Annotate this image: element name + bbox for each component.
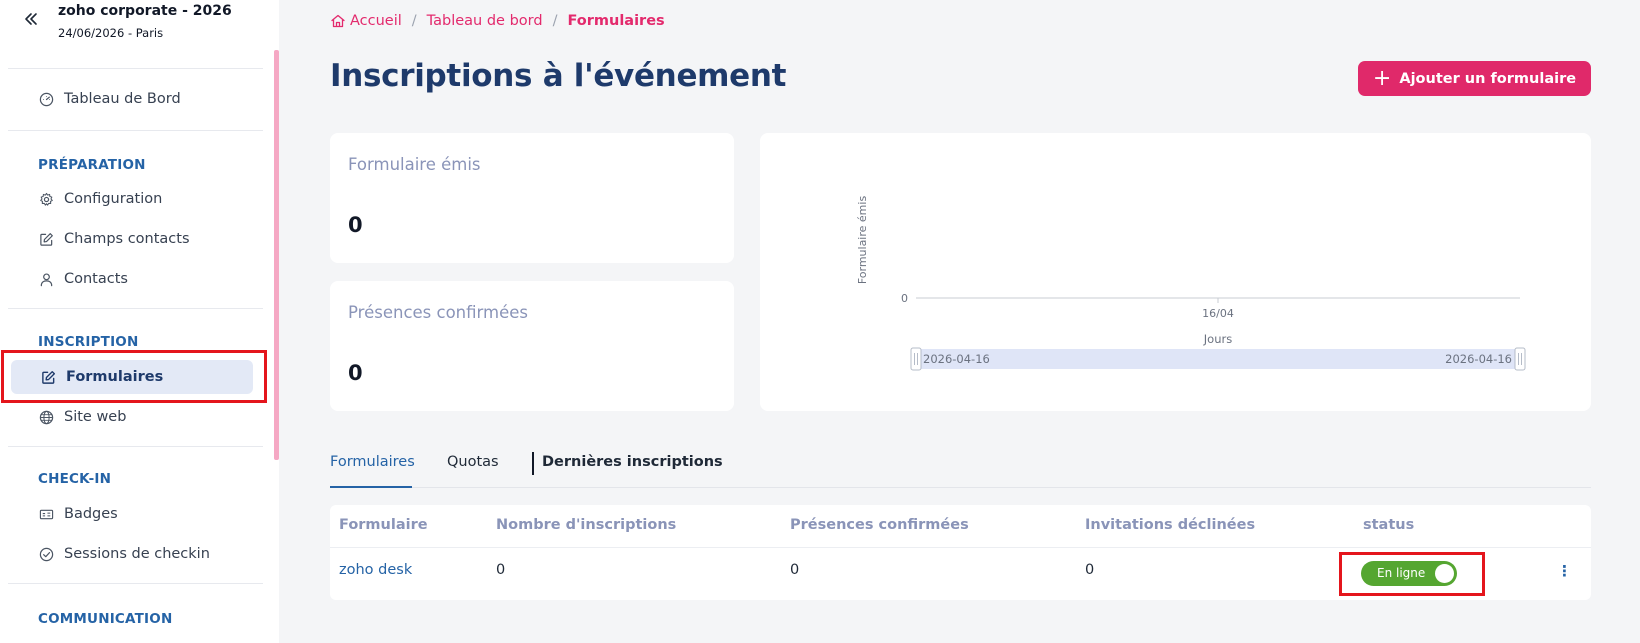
tab-dernieres-inscriptions[interactable]: Dernières inscriptions	[542, 452, 723, 488]
add-form-button[interactable]: + Ajouter un formulaire	[1358, 61, 1591, 96]
sidebar-item-label: Configuration	[64, 191, 163, 207]
column-header-formulaire[interactable]: Formulaire	[339, 517, 428, 533]
event-header: zoho corporate - 2026 24/06/2026 - Paris	[0, 0, 270, 66]
cell-invitations: 0	[1085, 562, 1095, 578]
sidebar-item-champs-contacts[interactable]: Champs contacts	[38, 227, 190, 251]
line-chart: Formulaire émis 0 16/04 Jours 2026-04-16…	[856, 196, 1526, 371]
column-header-presences[interactable]: Présences confirmées	[790, 517, 969, 533]
y-axis-label: Formulaire émis	[856, 196, 869, 285]
sidebar-item-label: Sessions de checkin	[64, 546, 210, 562]
stat-value: 0	[348, 361, 363, 385]
sidebar-item-configuration[interactable]: Configuration	[38, 187, 162, 211]
cell-nombre: 0	[496, 562, 506, 578]
divider	[8, 68, 263, 69]
stat-label: Formulaire émis	[348, 155, 481, 174]
section-title-inscription: INSCRIPTION	[38, 334, 139, 350]
sidebar-item-label: Formulaires	[66, 369, 164, 385]
text-cursor	[532, 452, 534, 475]
badge-icon	[38, 506, 54, 522]
forms-table: Formulaire Nombre d'inscriptions Présenc…	[330, 505, 1591, 600]
home-icon[interactable]	[330, 13, 346, 29]
divider	[8, 308, 263, 309]
breadcrumb: Accueil / Tableau de bord / Formulaires	[330, 10, 665, 32]
edit-icon	[40, 369, 56, 385]
sidebar-item-contacts[interactable]: Contacts	[38, 267, 128, 291]
section-title-checkin: CHECK-IN	[38, 471, 112, 487]
globe-icon	[38, 409, 54, 425]
column-header-status[interactable]: status	[1363, 517, 1414, 533]
user-icon	[38, 271, 54, 287]
event-date: 24/06/2026 - Paris	[58, 26, 164, 40]
range-slider-left-handle[interactable]	[910, 347, 922, 371]
sidebar-item-label: Champs contacts	[64, 231, 190, 247]
breadcrumb-current: Formulaires	[567, 13, 665, 29]
sidebar-item-badges[interactable]: Badges	[38, 502, 118, 526]
tab-bar: Formulaires Quotas Dernières inscription…	[330, 452, 1591, 488]
status-toggle[interactable]: En ligne	[1361, 561, 1457, 586]
event-name: zoho corporate - 2026	[58, 3, 232, 19]
divider	[8, 446, 263, 447]
gear-icon	[38, 191, 54, 207]
add-form-button-label: Ajouter un formulaire	[1399, 70, 1577, 87]
range-slider-right-handle[interactable]	[1514, 347, 1526, 371]
form-name-link[interactable]: zoho desk	[339, 562, 412, 578]
stat-card-forms-emitted: Formulaire émis 0	[330, 133, 734, 263]
stat-label: Présences confirmées	[348, 303, 528, 322]
sidebar-item-formulaires[interactable]: Formulaires	[40, 365, 163, 389]
sidebar-item-dashboard[interactable]: Tableau de Bord	[38, 87, 181, 111]
x-axis-label: Jours	[1203, 332, 1232, 346]
section-title-communication: COMMUNICATION	[38, 611, 173, 627]
breadcrumb-dashboard[interactable]: Tableau de bord	[427, 13, 543, 29]
tab-formulaires[interactable]: Formulaires	[330, 452, 415, 488]
gauge-icon	[38, 91, 54, 107]
sidebar-item-label: Tableau de Bord	[64, 91, 181, 107]
sidebar-item-label: Badges	[64, 506, 118, 522]
tab-quotas[interactable]: Quotas	[447, 452, 499, 488]
x-tick-label: 16/04	[1202, 307, 1234, 320]
edit-icon	[38, 231, 54, 247]
sidebar-item-label: Contacts	[64, 271, 128, 287]
column-header-nombre[interactable]: Nombre d'inscriptions	[496, 517, 676, 533]
collapse-sidebar-icon[interactable]	[22, 10, 42, 30]
breadcrumb-separator: /	[411, 13, 417, 29]
plus-icon: +	[1372, 65, 1392, 91]
range-start-label: 2026-04-16	[923, 352, 990, 366]
divider	[8, 130, 263, 131]
range-end-label: 2026-04-16	[1445, 352, 1512, 366]
sidebar-item-label: Site web	[64, 409, 127, 425]
sidebar-scrollbar[interactable]	[274, 50, 279, 460]
breadcrumb-separator: /	[552, 13, 558, 29]
stat-card-confirmed: Présences confirmées 0	[330, 281, 734, 411]
stat-value: 0	[348, 213, 363, 237]
sidebar: zoho corporate - 2026 24/06/2026 - Paris…	[0, 0, 279, 643]
more-options-icon[interactable]: ⋮	[1557, 560, 1572, 582]
y-tick-label: 0	[901, 292, 908, 305]
sidebar-item-sessions-checkin[interactable]: Sessions de checkin	[38, 542, 210, 566]
cell-presences: 0	[790, 562, 800, 578]
breadcrumb-home[interactable]: Accueil	[350, 13, 402, 29]
status-toggle-label: En ligne	[1377, 566, 1426, 580]
column-header-invitations[interactable]: Invitations déclinées	[1085, 517, 1255, 533]
toggle-knob	[1435, 564, 1454, 583]
range-slider-track[interactable]	[916, 349, 1520, 369]
sidebar-item-site-web[interactable]: Site web	[38, 405, 126, 429]
check-circle-icon	[38, 546, 54, 562]
row-divider	[330, 547, 1591, 548]
section-title-preparation: PRÉPARATION	[38, 157, 146, 173]
chart-card: Formulaire émis 0 16/04 Jours 2026-04-16…	[760, 133, 1591, 411]
divider	[8, 583, 263, 584]
page-title: Inscriptions à l'événement	[330, 58, 787, 94]
